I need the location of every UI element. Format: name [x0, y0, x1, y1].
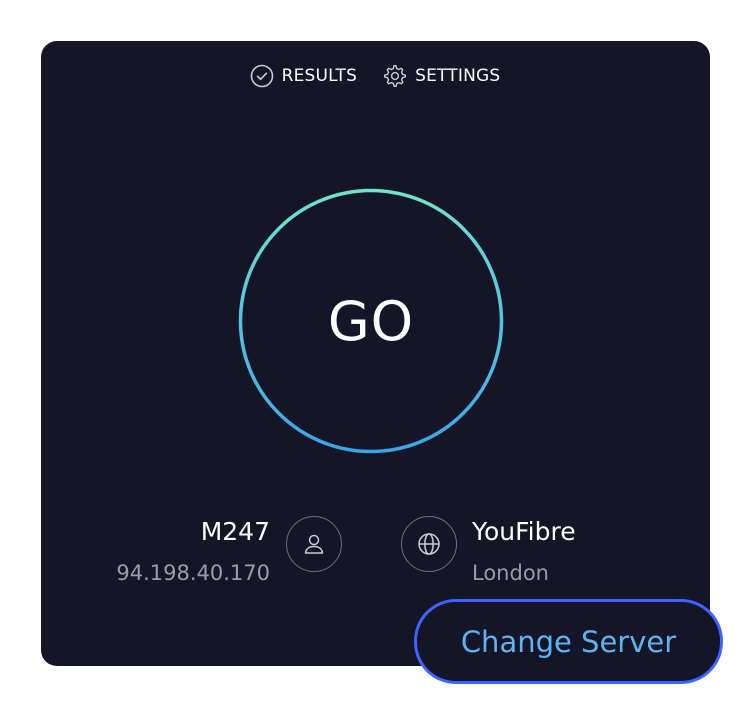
change-server-button[interactable]: Change Server — [414, 599, 723, 684]
provider-name: M247 — [200, 517, 270, 546]
top-nav: RESULTS SETTINGS — [0, 64, 750, 88]
results-label: RESULTS — [281, 66, 358, 86]
globe-icon — [401, 516, 457, 572]
provider-info: M247 94.198.40.170 — [90, 514, 270, 588]
server-location: London — [472, 561, 549, 585]
provider-ip: 94.198.40.170 — [116, 561, 270, 585]
user-icon — [286, 516, 342, 572]
go-button[interactable]: GO — [238, 188, 504, 454]
check-circle-icon — [250, 64, 274, 88]
gear-icon — [383, 64, 407, 88]
settings-link[interactable]: SETTINGS — [383, 64, 500, 88]
go-label: GO — [327, 289, 415, 353]
server-name: YouFibre — [472, 517, 576, 546]
settings-label: SETTINGS — [415, 66, 501, 86]
results-link[interactable]: RESULTS — [250, 64, 358, 88]
server-info: YouFibre London — [472, 514, 672, 588]
